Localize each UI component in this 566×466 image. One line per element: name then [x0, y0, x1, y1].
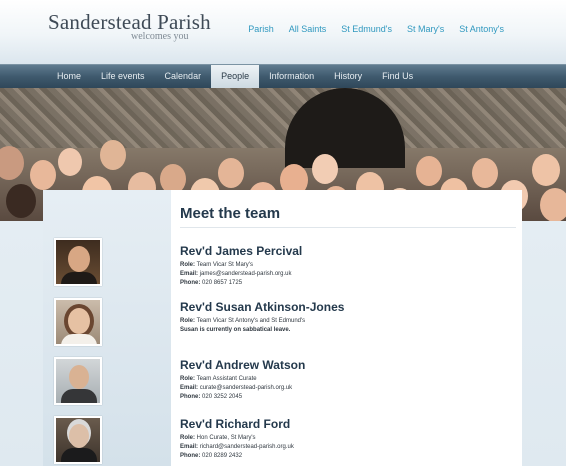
parish-nav-st-antonys[interactable]: St Antony's — [459, 24, 504, 34]
portrait-susan-atkinson-jones — [54, 298, 102, 346]
person-role: Role: Team Assistant Curate — [180, 376, 257, 382]
person-note: Susan is currently on sabbatical leave. — [180, 327, 291, 333]
person-name: Rev'd Richard Ford — [180, 417, 291, 431]
person-phone: Phone: 020 3252 2045 — [180, 394, 243, 400]
email-link[interactable]: richard@sanderstead-parish.org.uk — [200, 444, 294, 450]
person-andrew-watson: Rev'd Andrew Watson Role: Team Assistant… — [180, 358, 520, 402]
sidebar — [43, 190, 171, 466]
parish-nav: Parish All Saints St Edmund's St Mary's … — [248, 24, 566, 34]
person-phone: Phone: 020 8657 1725 — [180, 280, 243, 286]
portrait-andrew-watson — [54, 357, 102, 405]
person-name: Rev'd James Percival — [180, 244, 303, 258]
content-panel: Meet the team Rev'd James Percival Role:… — [43, 190, 522, 466]
person-james-percival: Rev'd James Percival Role: Team Vicar St… — [180, 244, 520, 288]
person-role: Role: Team Vicar St Mary's — [180, 262, 253, 268]
portrait-james-percival — [54, 238, 102, 286]
nav-item-information[interactable]: Information — [259, 65, 324, 88]
person-email: Email: curate@sanderstead-parish.org.uk — [180, 385, 293, 391]
site-tagline: welcomes you — [131, 31, 189, 42]
email-link[interactable]: james@sanderstead-parish.org.uk — [200, 271, 292, 277]
email-link[interactable]: curate@sanderstead-parish.org.uk — [200, 385, 292, 391]
nav-item-people[interactable]: People — [211, 65, 260, 88]
site-header: Sanderstead Parish welcomes you Parish A… — [0, 0, 566, 64]
nav-item-calendar[interactable]: Calendar — [155, 65, 212, 88]
nav-item-life-events[interactable]: Life events — [91, 65, 155, 88]
main-nav: Home Life events Calendar People Informa… — [0, 64, 566, 88]
nav-item-find-us[interactable]: Find Us — [372, 65, 423, 88]
person-richard-ford: Rev'd Richard Ford Role: Hon Curate, St … — [180, 417, 520, 461]
title-divider — [180, 227, 516, 228]
page-title: Meet the team — [180, 205, 281, 222]
person-phone: Phone: 020 8289 2432 — [180, 453, 243, 459]
person-name: Rev'd Susan Atkinson-Jones — [180, 300, 345, 314]
parish-nav-st-edmunds[interactable]: St Edmund's — [341, 24, 392, 34]
person-susan-atkinson-jones: Rev'd Susan Atkinson-Jones Role: Team Vi… — [180, 300, 520, 335]
parish-nav-parish[interactable]: Parish — [248, 24, 274, 34]
person-email: Email: james@sanderstead-parish.org.uk — [180, 271, 292, 277]
portrait-richard-ford — [54, 416, 102, 464]
nav-item-history[interactable]: History — [324, 65, 372, 88]
main-content: Meet the team Rev'd James Percival Role:… — [180, 190, 522, 466]
person-role: Role: Hon Curate, St Mary's — [180, 435, 256, 441]
parish-nav-all-saints[interactable]: All Saints — [289, 24, 327, 34]
person-role: Role: Team Vicar St Antony's and St Edmu… — [180, 318, 306, 324]
person-name: Rev'd Andrew Watson — [180, 358, 306, 372]
nav-item-home[interactable]: Home — [47, 65, 91, 88]
parish-nav-st-marys[interactable]: St Mary's — [407, 24, 444, 34]
person-email: Email: richard@sanderstead-parish.org.uk — [180, 444, 294, 450]
